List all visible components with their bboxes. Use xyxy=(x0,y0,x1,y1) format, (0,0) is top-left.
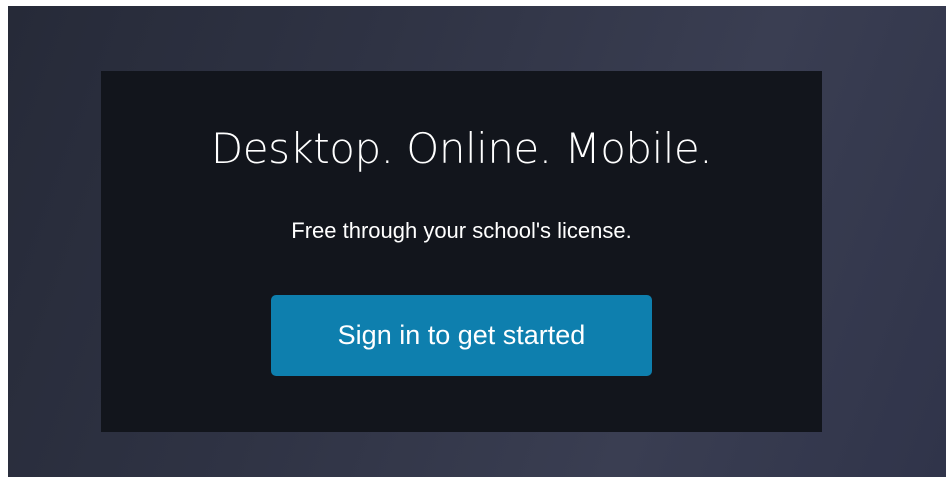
promo-headline: Desktop. Online. Mobile. xyxy=(210,124,713,173)
promo-panel: Desktop. Online. Mobile. Free through yo… xyxy=(101,71,822,432)
page-background: Desktop. Online. Mobile. Free through yo… xyxy=(8,6,946,477)
promo-subline: Free through your school's license. xyxy=(291,218,632,243)
sign-in-button[interactable]: Sign in to get started xyxy=(271,295,652,376)
